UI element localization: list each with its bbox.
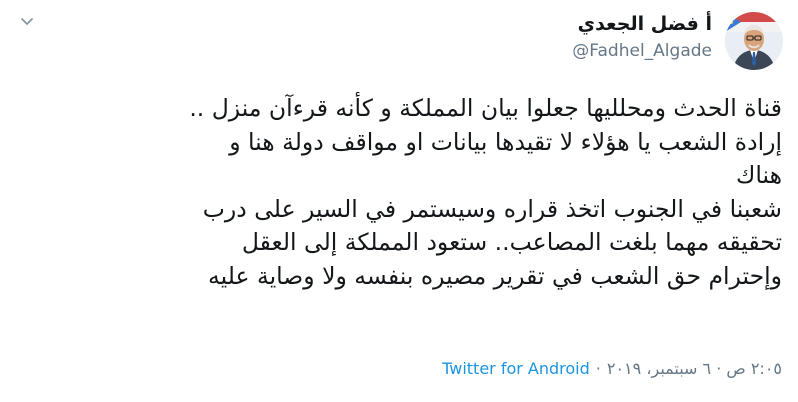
author-display-name[interactable]: أ فضل الجعدي: [312, 12, 712, 36]
tweet-timestamp[interactable]: ٢:٠٥ ص · ٦ سبتمبر، ٢٠١٩: [607, 358, 782, 380]
author-names: أ فضل الجعدي @Fadhel_Algade: [312, 12, 712, 63]
author-avatar[interactable]: [725, 12, 783, 70]
tweet-menu-button[interactable]: [16, 12, 38, 34]
chevron-down-icon: [19, 13, 35, 33]
tweet-source-link[interactable]: Twitter for Android: [442, 358, 590, 380]
tweet-text: قناة الحدث ومحلليها جعلوا بيان المملكة و…: [189, 94, 782, 290]
author-handle[interactable]: @Fadhel_Algade: [312, 39, 712, 63]
meta-separator: ·: [595, 359, 601, 378]
tweet-meta: Twitter for Android · ٢:٠٥ ص · ٦ سبتمبر،…: [442, 358, 782, 380]
tweet-card: أ فضل الجعدي @Fadhel_Algade قناة الحدث و…: [0, 0, 798, 402]
